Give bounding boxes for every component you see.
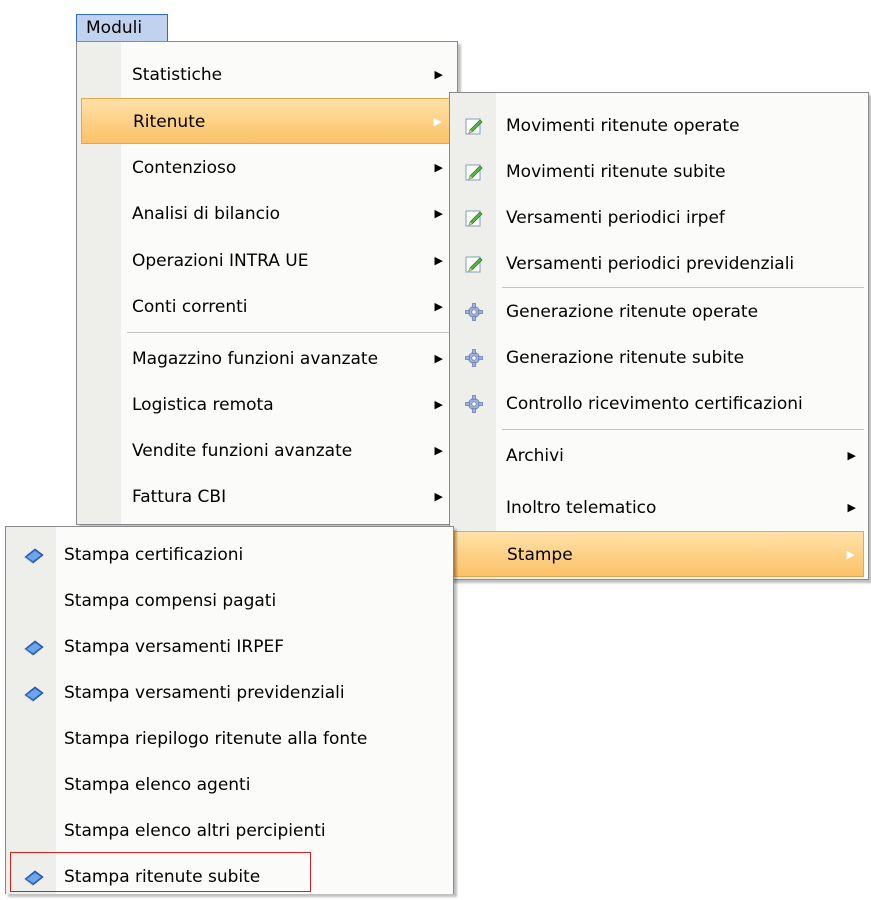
edit-icon [464, 208, 484, 228]
menu-item-versamenti-periodici-previdenziali[interactable]: Versamenti periodici previdenziali [450, 241, 868, 287]
menu-item-label: Statistiche [132, 65, 223, 85]
print-icon [23, 683, 44, 703]
submenu-arrow-icon: ▶ [434, 68, 443, 81]
menu-item-stampa-certificazioni[interactable]: Stampa certificazioni [6, 532, 453, 578]
menu-item-label: Stampa certificazioni [64, 545, 244, 565]
menu-item-archivi[interactable]: Archivi ▶ [450, 433, 868, 479]
menu-item-label: Generazione ritenute subite [506, 348, 745, 368]
menu-item-movimenti-ritenute-operate[interactable]: Movimenti ritenute operate [450, 103, 868, 149]
submenu-arrow-icon: ▶ [434, 398, 443, 411]
menu-item-movimenti-ritenute-subite[interactable]: Movimenti ritenute subite [450, 149, 868, 195]
submenu-arrow-icon: ▶ [847, 449, 856, 462]
menu-item-label: Operazioni INTRA UE [132, 251, 309, 271]
edit-icon [464, 254, 484, 274]
menu-item-label: Ritenute [133, 112, 206, 132]
menu-item-label: Versamenti periodici previdenziali [506, 254, 795, 274]
menu-item-label: Conti correnti [132, 297, 248, 317]
menu-item-label: Stampa versamenti previdenziali [64, 683, 345, 703]
menu-item-label: Generazione ritenute operate [506, 302, 759, 322]
menu-item-stampa-elenco-agenti[interactable]: Stampa elenco agenti [6, 762, 453, 808]
edit-icon [464, 162, 484, 182]
menu-item-label: Movimenti ritenute subite [506, 162, 726, 182]
menu-item-label: Archivi [506, 446, 564, 466]
selection-highlight-box [10, 852, 311, 892]
menubar-moduli-label: Moduli [86, 18, 143, 38]
gear-icon [464, 348, 484, 368]
menu-item-analisi-di-bilancio[interactable]: Analisi di bilancio ▶ [77, 191, 457, 237]
menu-item-label: Movimenti ritenute operate [506, 116, 740, 136]
menu-item-stampa-versamenti-previdenziali[interactable]: Stampa versamenti previdenziali [6, 670, 453, 716]
submenu-arrow-icon: ▶ [433, 115, 442, 128]
menu-item-label: Analisi di bilancio [132, 204, 281, 224]
menu-item-label: Contenzioso [132, 158, 237, 178]
submenu-arrow-icon: ▶ [434, 161, 443, 174]
gear-icon [464, 394, 484, 414]
menu-separator [127, 332, 453, 333]
submenu-arrow-icon: ▶ [434, 490, 443, 503]
menu-item-fattura-cbi[interactable]: Fattura CBI ▶ [77, 474, 457, 520]
print-icon [23, 637, 44, 657]
menu-item-label: Controllo ricevimento certificazioni [506, 394, 803, 414]
menu-item-ritenute[interactable]: Ritenute ▶ [81, 98, 453, 144]
menu-item-stampa-elenco-altri-percipienti[interactable]: Stampa elenco altri percipienti [6, 808, 453, 854]
menu-item-stampa-compensi-pagati[interactable]: Stampa compensi pagati [6, 578, 453, 624]
submenu-arrow-icon: ▶ [434, 207, 443, 220]
menu-separator [502, 287, 864, 288]
menu-item-label: Fattura CBI [132, 487, 227, 507]
submenu-arrow-icon: ▶ [434, 254, 443, 267]
menu-item-label: Stampa elenco agenti [64, 775, 251, 795]
menu-item-label: Stampa compensi pagati [64, 591, 277, 611]
menu-item-statistiche[interactable]: Statistiche ▶ [77, 52, 457, 98]
menu-item-conti-correnti[interactable]: Conti correnti ▶ [77, 284, 457, 330]
menu-item-label: Vendite funzioni avanzate [132, 441, 353, 461]
menu-separator [502, 429, 864, 430]
menu-item-contenzioso[interactable]: Contenzioso ▶ [77, 145, 457, 191]
menu-item-versamenti-periodici-irpef[interactable]: Versamenti periodici irpef [450, 195, 868, 241]
menu-item-magazzino-funzioni-avanzate[interactable]: Magazzino funzioni avanzate ▶ [77, 336, 457, 382]
menu-item-label: Logistica remota [132, 395, 274, 415]
submenu-arrow-icon: ▶ [846, 548, 855, 561]
menu-item-stampe[interactable]: Stampe ▶ [454, 531, 864, 577]
menu-item-inoltro-telematico[interactable]: Inoltro telematico ▶ [450, 485, 868, 531]
submenu-arrow-icon: ▶ [434, 444, 443, 457]
menu-item-label: Inoltro telematico [506, 498, 657, 518]
menu-item-vendite-funzioni-avanzate[interactable]: Vendite funzioni avanzate ▶ [77, 428, 457, 474]
menu-item-generazione-ritenute-operate[interactable]: Generazione ritenute operate [450, 289, 868, 335]
menu-item-controllo-ricevimento-certificazioni[interactable]: Controllo ricevimento certificazioni [450, 381, 868, 427]
menu-item-stampa-versamenti-irpef[interactable]: Stampa versamenti IRPEF [6, 624, 453, 670]
menu-item-operazioni-intra-ue[interactable]: Operazioni INTRA UE ▶ [77, 238, 457, 284]
edit-icon [464, 116, 484, 136]
submenu-arrow-icon: ▶ [434, 300, 443, 313]
menu-item-label: Stampa riepilogo ritenute alla fonte [64, 729, 368, 749]
ritenute-submenu: Movimenti ritenute operate Movimenti rit… [449, 92, 869, 580]
menubar-item-moduli[interactable]: Moduli [76, 14, 168, 42]
menu-item-label: Stampa versamenti IRPEF [64, 637, 285, 657]
menu-item-label: Magazzino funzioni avanzate [132, 349, 379, 369]
menu-item-label: Versamenti periodici irpef [506, 208, 725, 228]
menu-item-generazione-ritenute-subite[interactable]: Generazione ritenute subite [450, 335, 868, 381]
moduli-menu: Statistiche ▶ Ritenute ▶ Contenzioso ▶ A… [76, 41, 458, 525]
menu-item-label: Stampa elenco altri percipienti [64, 821, 326, 841]
menu-item-label: Stampe [507, 545, 573, 565]
submenu-arrow-icon: ▶ [434, 352, 443, 365]
submenu-arrow-icon: ▶ [847, 501, 856, 514]
stampe-submenu: Stampa certificazioni Stampa compensi pa… [5, 526, 454, 894]
print-icon [23, 545, 44, 565]
menu-item-stampa-riepilogo-ritenute-alla-fonte[interactable]: Stampa riepilogo ritenute alla fonte [6, 716, 453, 762]
menu-item-logistica-remota[interactable]: Logistica remota ▶ [77, 382, 457, 428]
gear-icon [464, 302, 484, 322]
